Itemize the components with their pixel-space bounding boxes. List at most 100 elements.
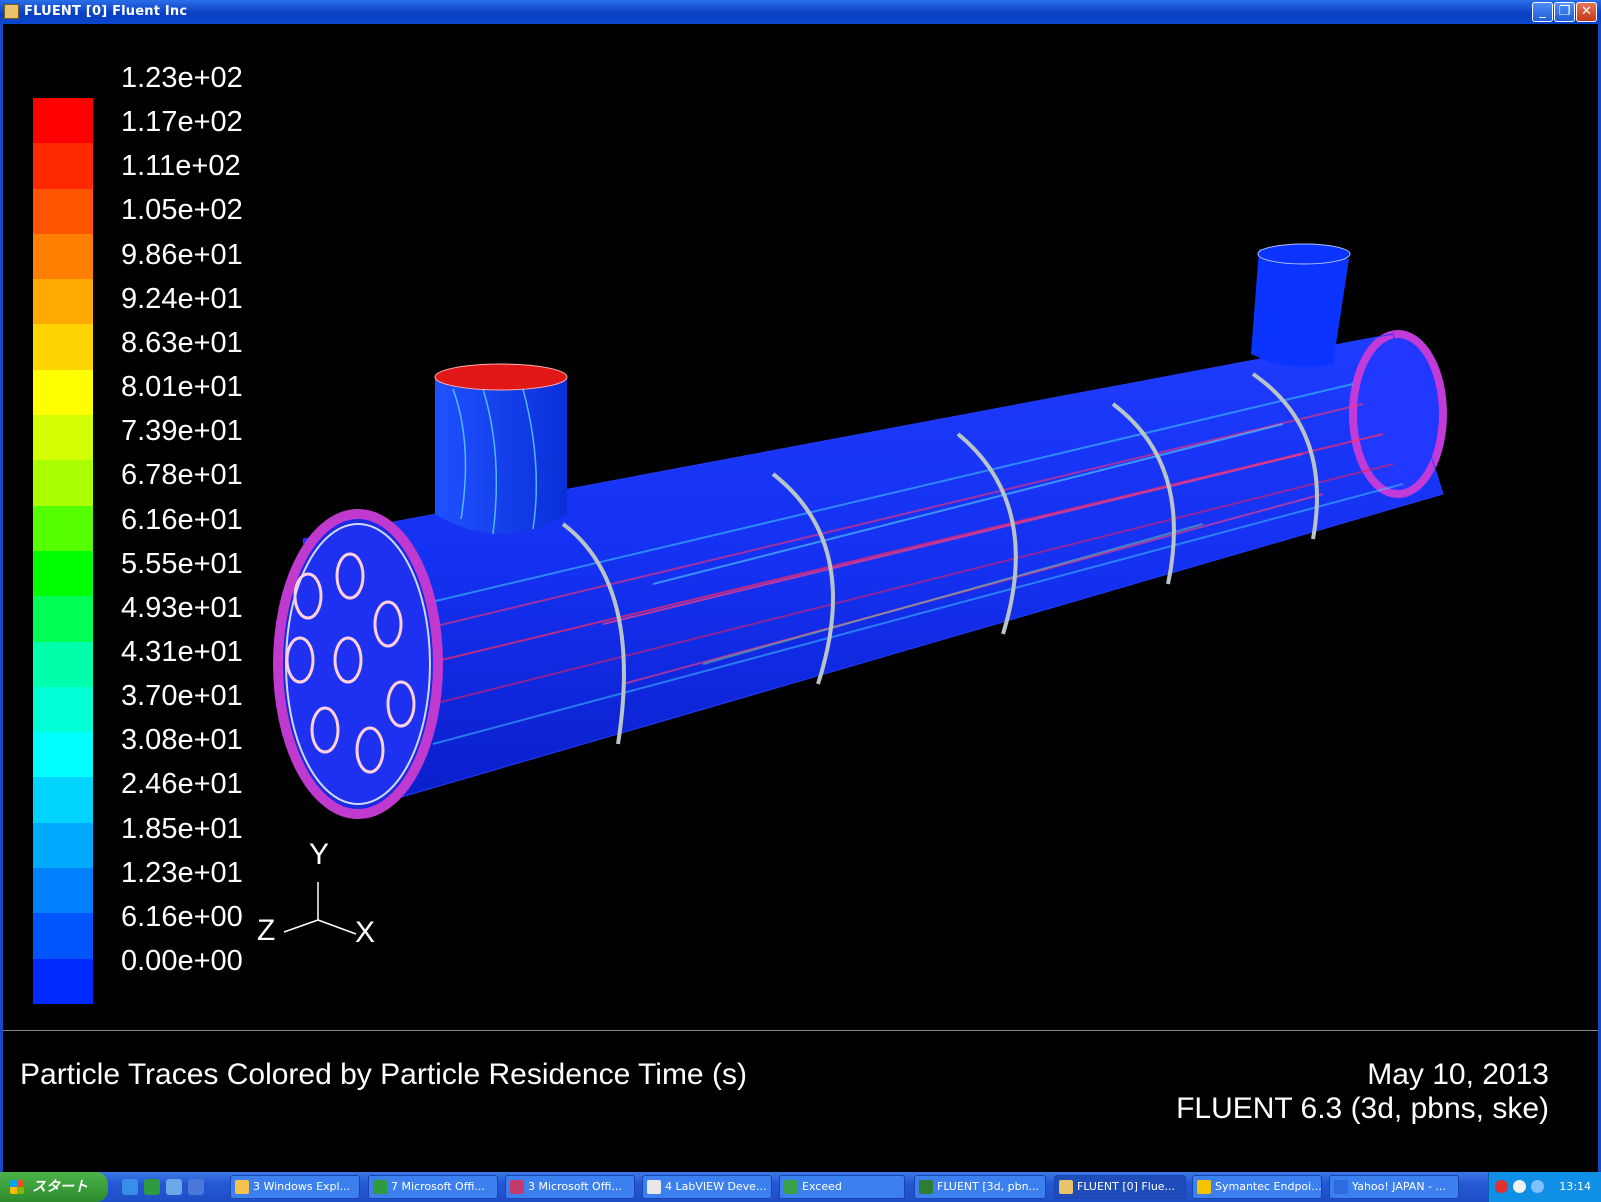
taskbar-button-label: 4 LabVIEW Deve...: [665, 1180, 767, 1193]
windows-logo-icon: [10, 1180, 24, 1194]
taskbar-button-label: Yahoo! JAPAN - ...: [1352, 1180, 1446, 1193]
colormap-tick-label: 6.16e+01: [121, 503, 243, 536]
colormap-swatch: [33, 505, 93, 551]
colormap-swatch: [33, 415, 93, 461]
window-title-bar[interactable]: FLUENT [0] Fluent Inc _ ❐ ✕: [0, 0, 1601, 24]
plot-caption-title: Particle Traces Colored by Particle Resi…: [20, 1058, 747, 1091]
taskbar-app-icon: [784, 1180, 798, 1194]
start-button[interactable]: スタート: [0, 1172, 108, 1202]
colormap-swatch: [33, 233, 93, 280]
taskbar-app-icon: [373, 1180, 387, 1194]
taskbar-button-label: FLUENT [0] Flue...: [1077, 1180, 1176, 1193]
taskbar-button[interactable]: 7 Microsoft Offi...: [368, 1175, 498, 1199]
colormap-swatch: [33, 732, 93, 778]
taskbar-button-label: FLUENT [3d, pbn...: [937, 1180, 1040, 1193]
restore-button[interactable]: ❐: [1554, 2, 1575, 22]
colormap-swatch: [33, 369, 93, 416]
colormap-tick-label: 0.00e+00: [121, 945, 243, 977]
colormap-tick-label: 1.85e+01: [121, 812, 243, 845]
colormap-tick-label: 1.23e+01: [121, 856, 243, 889]
colormap-tick-label: 4.31e+01: [121, 635, 243, 668]
taskbar-button-label: Symantec Endpoi...: [1215, 1180, 1322, 1193]
network-tray-icon[interactable]: [1513, 1180, 1526, 1193]
axis-x-label: X: [355, 916, 376, 949]
colormap-tick-label: 5.55e+01: [121, 547, 243, 580]
plot-caption-date: May 10, 2013: [1367, 1058, 1549, 1091]
colormap-tick-label: 7.39e+01: [121, 415, 243, 448]
colormap-swatch: [33, 913, 93, 959]
colormap-tick-label: 2.46e+01: [121, 768, 243, 801]
colormap-swatch: [33, 188, 93, 234]
colormap-tick-label: 8.63e+01: [121, 326, 243, 359]
inlet-nozzle: [434, 363, 568, 535]
taskbar-button-label: 7 Microsoft Offi...: [391, 1180, 485, 1193]
minimize-button[interactable]: _: [1532, 2, 1553, 22]
colormap-tick-label: 8.01e+01: [121, 371, 243, 404]
colormap-tick-label: 9.86e+01: [121, 238, 243, 271]
ie-quicklaunch-icon[interactable]: [122, 1179, 138, 1195]
colormap-swatch: [33, 868, 93, 914]
colormap-swatch: [33, 279, 93, 325]
colormap-swatch: [33, 143, 93, 189]
taskbar-app-icon: [510, 1180, 524, 1194]
taskbar-app-icon: [235, 1180, 249, 1194]
caption-separator: [3, 1030, 1598, 1031]
colormap-tick-label: 4.93e+01: [121, 591, 243, 624]
axis-y-label: Y: [309, 838, 330, 871]
colormap-swatch: [33, 98, 93, 144]
colormap-tick-label: 6.78e+01: [121, 459, 243, 492]
axis-triad: [283, 882, 357, 935]
security-tray-icon[interactable]: [1495, 1180, 1508, 1193]
colormap-tick-label: 9.24e+01: [121, 282, 243, 315]
colormap-tick-label: 6.16e+00: [121, 900, 243, 933]
taskbar-button-label: Exceed: [802, 1180, 842, 1193]
window-title: FLUENT [0] Fluent Inc: [24, 4, 188, 19]
colormap-swatch: [33, 641, 93, 687]
colormap-tick-label: 1.11e+02: [121, 150, 241, 183]
clock: 13:14: [1559, 1180, 1591, 1193]
taskbar-app-icon: [1197, 1180, 1211, 1194]
colormap-tick-label: 3.08e+01: [121, 724, 243, 757]
taskbar-app-icon: [1059, 1180, 1073, 1194]
colormap-swatch: [33, 777, 93, 823]
taskbar-button[interactable]: 3 Microsoft Offi...: [505, 1175, 635, 1199]
colormap-swatch: [33, 460, 93, 506]
outlook-quicklaunch-icon[interactable]: [188, 1179, 204, 1195]
plot-caption-version: FLUENT 6.3 (3d, pbns, ske): [1176, 1092, 1549, 1125]
colormap-swatch: [33, 686, 93, 733]
taskbar-button[interactable]: FLUENT [0] Flue...: [1054, 1175, 1186, 1199]
axis-z-label: Z: [257, 914, 276, 947]
close-button[interactable]: ✕: [1576, 2, 1597, 22]
taskbar-button-label: 3 Microsoft Offi...: [528, 1180, 622, 1193]
taskbar-button[interactable]: Yahoo! JAPAN - ...: [1329, 1175, 1459, 1199]
start-label: スタート: [32, 1179, 88, 1195]
graphics-viewport[interactable]: 1.23e+02 1.17e+02 1.11e+02 1.05e+02 9.86e+01…: [3, 24, 1598, 1030]
system-tray: 13:14: [1488, 1172, 1601, 1202]
colormap-tick-label: 1.17e+02: [121, 106, 243, 139]
colormap-tick-label: 1.05e+02: [121, 194, 243, 227]
taskbar-button[interactable]: Exceed: [779, 1175, 905, 1199]
taskbar-app-icon: [1334, 1180, 1348, 1194]
colormap-swatch: [33, 958, 93, 1004]
outlet-nozzle: [1251, 243, 1351, 368]
colormap-swatch: [33, 822, 93, 869]
colormap-swatch: [33, 596, 93, 642]
inlet-end-cap: [273, 509, 443, 819]
colormap-swatch: [33, 324, 93, 370]
colormap-tick-label: 1.23e+02: [121, 62, 243, 94]
taskbar-button-label: 3 Windows Expl...: [253, 1180, 351, 1193]
volume-tray-icon[interactable]: [1531, 1180, 1544, 1193]
fluent-app-icon: [4, 4, 19, 19]
taskbar-app-icon: [647, 1180, 661, 1194]
taskbar-app-icon: [919, 1180, 933, 1194]
taskbar-button[interactable]: FLUENT [3d, pbn...: [914, 1175, 1046, 1199]
colormap-swatch: [33, 550, 93, 597]
desktop-quicklaunch-icon[interactable]: [166, 1179, 182, 1195]
taskbar-button[interactable]: Symantec Endpoi...: [1192, 1175, 1322, 1199]
taskbar: スタート 3 Windows Expl... 7 Microsoft Offi..…: [0, 1172, 1601, 1202]
taskbar-button[interactable]: 3 Windows Expl...: [230, 1175, 360, 1199]
taskbar-button[interactable]: 4 LabVIEW Deve...: [642, 1175, 772, 1199]
excel-quicklaunch-icon[interactable]: [144, 1179, 160, 1195]
colormap-legend-bar: [33, 98, 93, 1004]
colormap-tick-label: 3.70e+01: [121, 680, 243, 713]
